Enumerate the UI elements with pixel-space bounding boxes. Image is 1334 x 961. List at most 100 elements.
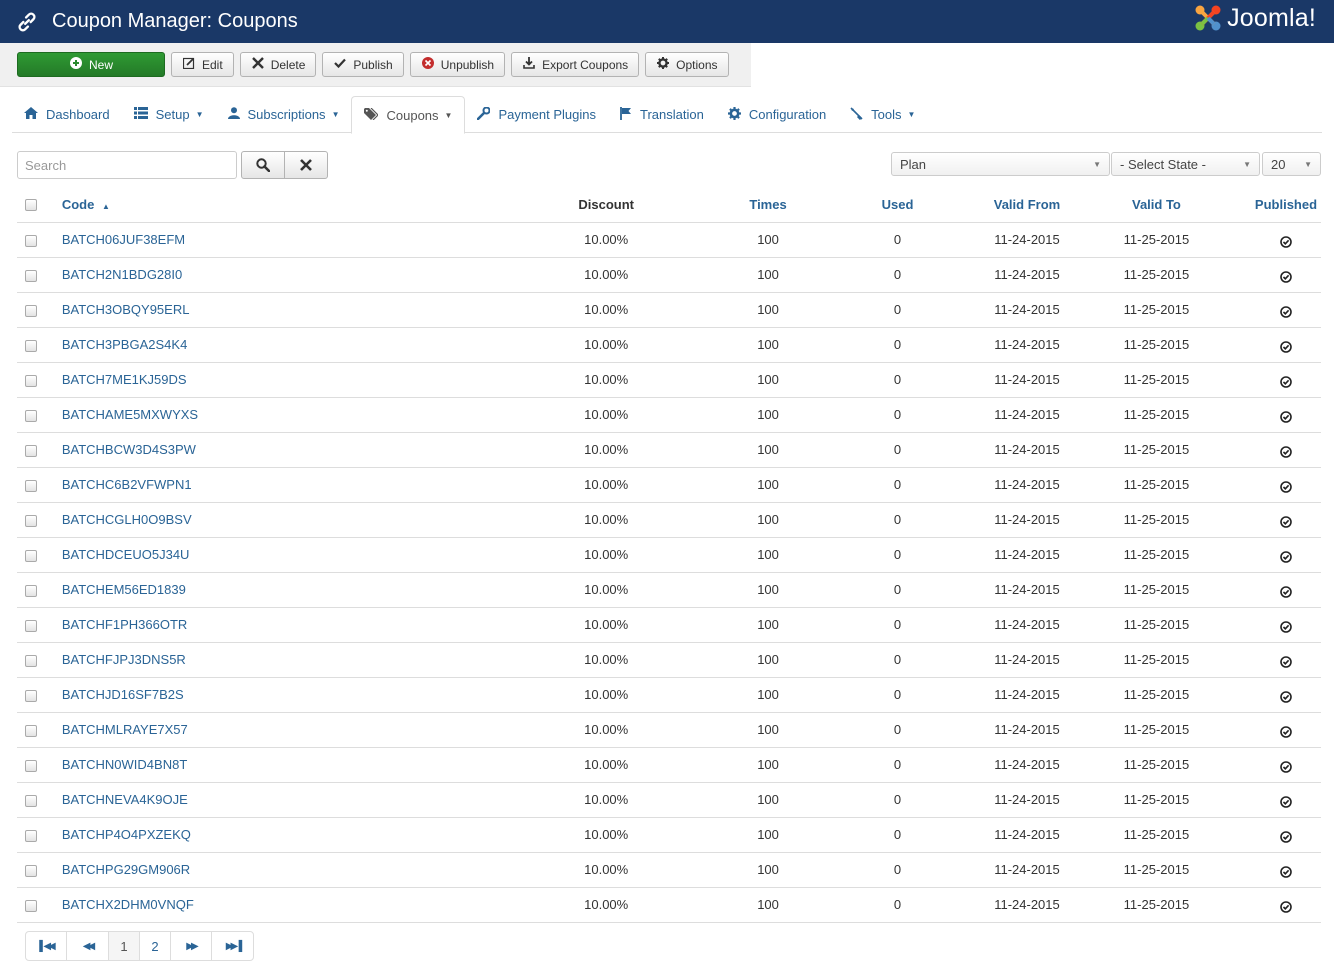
- row-checkbox[interactable]: [24, 899, 37, 912]
- search-input[interactable]: [17, 151, 237, 179]
- column-header-valid-to[interactable]: Valid To: [1061, 187, 1251, 223]
- row-checkbox[interactable]: [24, 829, 37, 842]
- list-limit-select[interactable]: 20 ▼: [1262, 152, 1321, 176]
- row-checkbox[interactable]: [24, 444, 37, 457]
- select-all-checkbox[interactable]: [24, 199, 37, 212]
- row-checkbox[interactable]: [24, 234, 37, 247]
- published-check-icon[interactable]: [1280, 375, 1292, 388]
- publish-button[interactable]: Publish: [322, 52, 404, 77]
- edit-button[interactable]: Edit: [171, 52, 234, 77]
- coupon-code-link[interactable]: BATCHMLRAYE7X57: [60, 712, 480, 748]
- plan-filter-select[interactable]: Plan ▼: [891, 152, 1110, 176]
- row-select-cell: [17, 292, 45, 328]
- coupon-code-link[interactable]: BATCHBCW3D4S3PW: [60, 432, 480, 468]
- tab-coupons[interactable]: Coupons ▼: [351, 96, 466, 134]
- page-1-button[interactable]: 1: [108, 931, 140, 961]
- next-page-button[interactable]: ▶▶: [170, 931, 212, 961]
- coupon-code-link[interactable]: BATCHAME5MXWYXS: [60, 397, 480, 433]
- first-page-button[interactable]: ▌◀◀: [25, 931, 67, 961]
- row-checkbox[interactable]: [24, 689, 37, 702]
- state-filter-select[interactable]: - Select State - ▼: [1111, 152, 1260, 176]
- clear-search-button[interactable]: [284, 151, 328, 179]
- row-checkbox[interactable]: [24, 724, 37, 737]
- row-checkbox[interactable]: [24, 479, 37, 492]
- published-check-icon[interactable]: [1280, 445, 1292, 458]
- coupon-code-link[interactable]: BATCHDCEUO5J34U: [60, 537, 480, 573]
- coupon-code-link[interactable]: BATCH3PBGA2S4K4: [60, 327, 480, 363]
- row-checkbox[interactable]: [24, 514, 37, 527]
- coupon-code-link[interactable]: BATCH06JUF38EFM: [60, 222, 480, 258]
- delete-button[interactable]: Delete: [239, 52, 317, 77]
- published-check-icon[interactable]: [1280, 235, 1292, 248]
- row-checkbox[interactable]: [24, 269, 37, 282]
- export-coupons-button[interactable]: Export Coupons: [511, 52, 640, 77]
- tab-translation[interactable]: Translation: [608, 96, 716, 133]
- coupon-code-link[interactable]: BATCHPG29GM906R: [60, 852, 480, 888]
- column-header-published[interactable]: Published: [1250, 187, 1321, 223]
- published-check-icon[interactable]: [1280, 305, 1292, 318]
- published-check-icon[interactable]: [1280, 760, 1292, 773]
- coupon-code-link[interactable]: BATCH2N1BDG28I0: [60, 257, 480, 293]
- published-check-icon[interactable]: [1280, 655, 1292, 668]
- row-checkbox[interactable]: [24, 654, 37, 667]
- row-checkbox[interactable]: [24, 549, 37, 562]
- row-checkbox[interactable]: [24, 864, 37, 877]
- published-check-icon[interactable]: [1280, 550, 1292, 563]
- tab-setup[interactable]: Setup ▼: [122, 96, 216, 133]
- new-button[interactable]: New: [17, 52, 165, 77]
- published-check-icon[interactable]: [1280, 340, 1292, 353]
- page-2-button[interactable]: 2: [139, 931, 171, 961]
- published-check-icon[interactable]: [1280, 725, 1292, 738]
- unpublish-button[interactable]: Unpublish: [409, 52, 506, 77]
- tab-tools[interactable]: Tools ▼: [838, 96, 927, 133]
- joomla-logo[interactable]: Joomla!: [1193, 3, 1316, 33]
- coupon-code-link[interactable]: BATCHX2DHM0VNQF: [60, 887, 480, 923]
- tab-payment-plugins[interactable]: Payment Plugins: [465, 96, 608, 133]
- search-button[interactable]: [241, 151, 285, 179]
- column-header-valid-from[interactable]: Valid From: [992, 187, 1062, 223]
- row-checkbox[interactable]: [24, 409, 37, 422]
- published-check-icon[interactable]: [1280, 585, 1292, 598]
- row-checkbox[interactable]: [24, 339, 37, 352]
- published-check-icon[interactable]: [1280, 865, 1292, 878]
- column-header-used[interactable]: Used: [802, 187, 993, 223]
- coupon-code-link[interactable]: BATCHP4O4PXZEKQ: [60, 817, 480, 853]
- published-check-icon[interactable]: [1280, 900, 1292, 913]
- published-check-icon[interactable]: [1280, 515, 1292, 528]
- row-checkbox[interactable]: [24, 759, 37, 772]
- table-row: BATCHNEVA4K9OJE 10.00% 100 0 11-24-2015 …: [17, 782, 1321, 818]
- options-button[interactable]: Options: [645, 52, 729, 77]
- coupon-code-link[interactable]: BATCHF1PH366OTR: [60, 607, 480, 643]
- tab-configuration[interactable]: Configuration: [716, 96, 838, 133]
- coupon-code-link[interactable]: BATCH3OBQY95ERL: [60, 292, 480, 328]
- coupon-code-link[interactable]: BATCHNEVA4K9OJE: [60, 782, 480, 818]
- coupon-code-link[interactable]: BATCHJD16SF7B2S: [60, 677, 480, 713]
- coupon-code-link[interactable]: BATCHCGLH0O9BSV: [60, 502, 480, 538]
- published-check-icon[interactable]: [1280, 270, 1292, 283]
- tab-dashboard[interactable]: Dashboard: [12, 96, 122, 133]
- valid-from-cell: 11-24-2015: [992, 537, 1062, 573]
- row-checkbox[interactable]: [24, 374, 37, 387]
- published-check-icon[interactable]: [1280, 830, 1292, 843]
- coupon-code-link[interactable]: BATCH7ME1KJ59DS: [60, 362, 480, 398]
- published-check-icon[interactable]: [1280, 620, 1292, 633]
- last-page-button[interactable]: ▶▶▐: [211, 931, 254, 961]
- row-checkbox[interactable]: [24, 584, 37, 597]
- column-header-code[interactable]: Code ▲: [60, 187, 480, 223]
- published-check-icon[interactable]: [1280, 480, 1292, 493]
- previous-page-button[interactable]: ◀◀: [66, 931, 109, 961]
- coupon-code-link[interactable]: BATCHFJPJ3DNS5R: [60, 642, 480, 678]
- column-header-times[interactable]: Times: [733, 187, 803, 223]
- published-check-icon[interactable]: [1280, 795, 1292, 808]
- row-checkbox[interactable]: [24, 304, 37, 317]
- coupon-code-link[interactable]: BATCHEM56ED1839: [60, 572, 480, 608]
- published-check-icon[interactable]: [1280, 410, 1292, 423]
- coupon-code-link[interactable]: BATCHC6B2VFWPN1: [60, 467, 480, 503]
- discount-cell: 10.00%: [479, 537, 734, 573]
- row-checkbox[interactable]: [24, 794, 37, 807]
- tab-subscriptions[interactable]: Subscriptions ▼: [216, 96, 352, 133]
- coupon-code-link[interactable]: BATCHN0WID4BN8T: [60, 747, 480, 783]
- published-check-icon[interactable]: [1280, 690, 1292, 703]
- row-checkbox[interactable]: [24, 619, 37, 632]
- options-button-label: Options: [676, 57, 718, 72]
